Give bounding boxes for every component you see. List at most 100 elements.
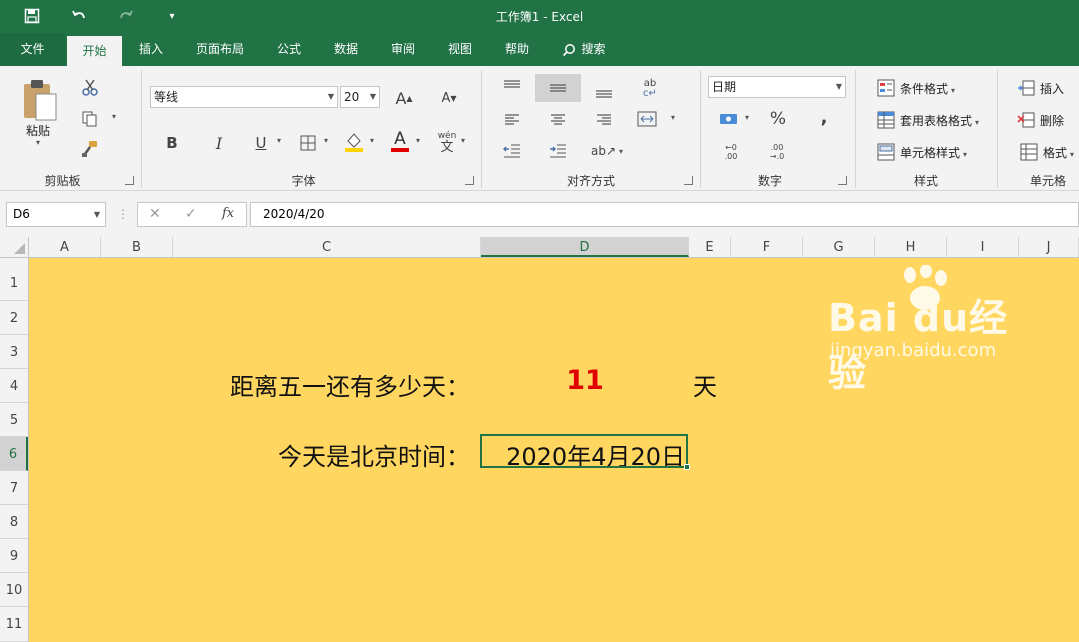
decrease-indent-icon[interactable]	[500, 140, 524, 162]
cell-styles-icon[interactable]	[876, 142, 896, 162]
delete-cells-label[interactable]: 删除	[1040, 112, 1064, 129]
name-box[interactable]: D6 ▼	[6, 202, 106, 227]
row-header-2[interactable]: 2	[0, 301, 28, 335]
clipboard-launcher-icon[interactable]	[125, 176, 134, 185]
row-header-1[interactable]: 1	[0, 258, 28, 301]
align-top-icon[interactable]	[500, 76, 524, 96]
accounting-icon[interactable]	[716, 108, 742, 130]
number-format-box[interactable]: 日期 ▼	[708, 76, 846, 98]
title-bar: ▾ 工作簿1 - Excel	[0, 0, 1079, 33]
row-header-4[interactable]: 4	[0, 369, 28, 403]
cell-e4[interactable]: 天	[693, 367, 717, 402]
fill-color-icon[interactable]	[343, 130, 365, 154]
tab-formulas[interactable]: 公式	[264, 33, 314, 66]
enter-icon[interactable]: ✓	[185, 206, 197, 222]
format-as-table-icon[interactable]	[876, 110, 896, 130]
tab-insert[interactable]: 插入	[127, 33, 175, 66]
phonetic-dropdown-icon[interactable]: ▾	[461, 136, 465, 145]
bold-button[interactable]: B	[161, 132, 183, 154]
align-left-icon[interactable]	[500, 110, 524, 130]
font-launcher-icon[interactable]	[465, 176, 474, 185]
percent-button[interactable]: %	[765, 108, 791, 130]
tab-search[interactable]: 搜索	[556, 33, 612, 66]
format-as-table-button[interactable]: 套用表格格式 ▾	[900, 112, 979, 129]
column-header-j[interactable]: J	[1019, 237, 1079, 257]
comma-button[interactable]: ,	[812, 106, 836, 128]
insert-cells-label[interactable]: 插入	[1040, 80, 1064, 97]
increase-indent-icon[interactable]	[546, 140, 570, 162]
cell-c4[interactable]: 距离五一还有多少天：	[230, 367, 470, 402]
column-header-b[interactable]: B	[101, 237, 173, 257]
cancel-icon[interactable]: ✕	[149, 206, 161, 222]
tab-home[interactable]: 开始	[67, 36, 122, 66]
paste-button[interactable]	[18, 74, 60, 126]
insert-function-icon[interactable]: fx	[222, 206, 234, 221]
column-header-i[interactable]: I	[947, 237, 1019, 257]
number-launcher-icon[interactable]	[838, 176, 847, 185]
tab-view[interactable]: 视图	[436, 33, 484, 66]
format-cells-button[interactable]: 格式 ▾	[1043, 144, 1074, 161]
copy-dropdown-icon[interactable]: ▾	[112, 112, 116, 121]
cut-icon[interactable]	[78, 76, 102, 98]
row-header-3[interactable]: 3	[0, 335, 28, 369]
font-color-icon[interactable]: A	[389, 128, 411, 154]
phonetic-icon[interactable]: wén 文	[434, 128, 460, 156]
increase-font-icon[interactable]: A ▲	[392, 86, 416, 110]
borders-icon[interactable]	[297, 132, 319, 154]
fill-handle[interactable]	[684, 464, 690, 470]
row-header-8[interactable]: 8	[0, 505, 28, 539]
column-header-c[interactable]: C	[173, 237, 481, 257]
cell-styles-button[interactable]: 单元格样式 ▾	[900, 144, 967, 161]
underline-button[interactable]: U	[250, 132, 272, 154]
row-header-7[interactable]: 7	[0, 471, 28, 505]
column-header-a[interactable]: A	[29, 237, 101, 257]
tab-data[interactable]: 数据	[322, 33, 370, 66]
row-header-10[interactable]: 10	[0, 573, 28, 607]
decrease-decimal-icon[interactable]: .00 →.0	[764, 140, 790, 164]
format-cells-icon[interactable]	[1019, 142, 1039, 162]
row-header-9[interactable]: 9	[0, 539, 28, 573]
cell-c6[interactable]: 今天是北京时间：	[278, 437, 470, 472]
decrease-font-icon[interactable]: A ▼	[437, 86, 461, 110]
font-size-box[interactable]: 20 ▼	[340, 86, 380, 108]
accounting-dropdown-icon[interactable]: ▾	[745, 113, 749, 122]
column-header-h[interactable]: H	[875, 237, 947, 257]
cell-d4[interactable]: 11	[481, 365, 689, 396]
row-header-11[interactable]: 11	[0, 607, 28, 642]
column-header-e[interactable]: E	[689, 237, 731, 257]
conditional-format-button[interactable]: 条件格式 ▾	[900, 80, 955, 97]
increase-decimal-icon[interactable]: ←0.00	[718, 140, 744, 164]
row-header-5[interactable]: 5	[0, 403, 28, 437]
tab-help[interactable]: 帮助	[493, 33, 541, 66]
fill-color-dropdown-icon[interactable]: ▾	[370, 136, 374, 145]
select-all-corner[interactable]	[0, 237, 29, 257]
wrap-text-icon[interactable]: ab c↵	[637, 76, 663, 102]
copy-icon[interactable]	[78, 108, 102, 130]
merge-center-icon[interactable]	[635, 108, 659, 130]
align-center-icon[interactable]	[546, 110, 570, 130]
format-painter-icon[interactable]	[78, 138, 102, 160]
column-header-g[interactable]: G	[803, 237, 875, 257]
conditional-format-icon[interactable]	[876, 78, 896, 98]
font-name-box[interactable]: 等线 ▼	[150, 86, 338, 108]
font-color-dropdown-icon[interactable]: ▾	[416, 136, 420, 145]
align-right-icon[interactable]	[592, 110, 616, 130]
paste-dropdown-icon[interactable]: ▾	[36, 138, 40, 147]
tab-file[interactable]: 文件	[0, 33, 65, 66]
underline-dropdown-icon[interactable]: ▾	[277, 136, 281, 145]
insert-cells-icon[interactable]	[1016, 78, 1036, 98]
italic-button[interactable]: I	[208, 132, 230, 154]
orientation-icon[interactable]: ab↗ ▾	[591, 140, 623, 162]
merge-dropdown-icon[interactable]: ▾	[671, 113, 675, 122]
formula-input[interactable]: 2020/4/20	[250, 202, 1079, 227]
align-middle-icon[interactable]	[535, 74, 581, 102]
borders-dropdown-icon[interactable]: ▾	[324, 136, 328, 145]
tab-page-layout[interactable]: 页面布局	[188, 33, 252, 66]
delete-cells-icon[interactable]	[1016, 110, 1036, 130]
align-bottom-icon[interactable]	[592, 82, 616, 102]
column-header-f[interactable]: F	[731, 237, 803, 257]
alignment-launcher-icon[interactable]	[684, 176, 693, 185]
tab-review[interactable]: 审阅	[379, 33, 427, 66]
column-header-d[interactable]: D	[481, 237, 689, 257]
row-header-6[interactable]: 6	[0, 437, 28, 471]
